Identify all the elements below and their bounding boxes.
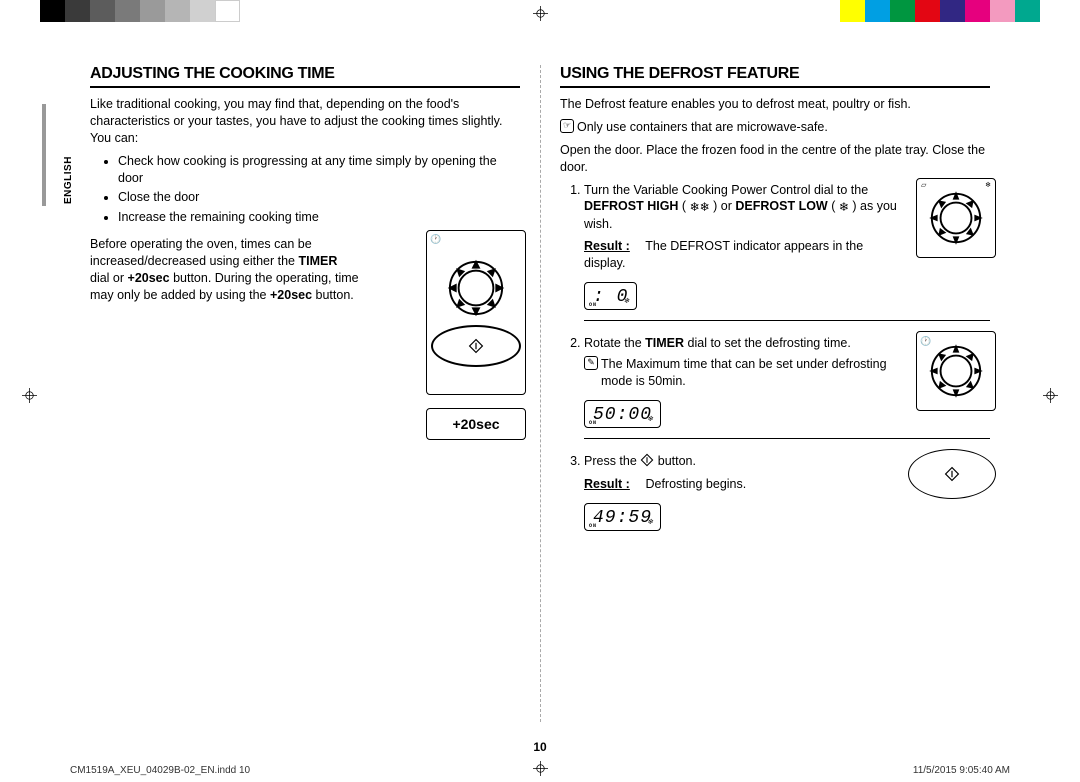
defrost-icon: ❄ xyxy=(985,181,991,190)
section-heading-adjusting: ADJUSTING THE COOKING TIME xyxy=(90,65,520,88)
note-max-time: ✎ The Maximum time that can be set under… xyxy=(584,356,914,390)
section-heading-defrost: USING THE DEFROST FEATURE xyxy=(560,65,990,88)
defrost-high-icon: ❄❄ xyxy=(690,199,710,215)
bullet-list: Check how cooking is progressing at any … xyxy=(118,153,520,227)
timer-dial-illustration: 🕐 xyxy=(916,331,996,411)
language-tab-bar xyxy=(42,104,46,206)
start-icon xyxy=(468,338,484,354)
list-item: Close the door xyxy=(118,189,520,206)
registration-mark-icon xyxy=(22,388,37,403)
result-text: Defrosting begins. xyxy=(645,477,746,491)
start-icon xyxy=(640,453,654,467)
result-label: Result : xyxy=(584,238,642,255)
dial-icon xyxy=(447,259,505,317)
note-icon: ✎ xyxy=(584,356,598,370)
display-readout: ON49:59❄ xyxy=(584,503,661,531)
step-3: Press the button. Result : Defrosting be… xyxy=(584,453,990,531)
start-button-illustration xyxy=(431,325,521,367)
print-colorbar-right xyxy=(840,0,1040,22)
note-microwave-safe: ☞ Only use containers that are microwave… xyxy=(560,119,990,136)
timer-dial-illustration: 🕐 xyxy=(426,230,526,395)
display-readout: ON: 0❄ xyxy=(584,282,637,310)
page-number: 10 xyxy=(533,740,546,754)
footer-timestamp: 11/5/2015 9:05:40 AM xyxy=(913,765,1010,776)
clock-icon: 🕐 xyxy=(430,234,441,245)
footer-file: CM1519A_XEU_04029B-02_EN.indd 10 xyxy=(70,765,250,776)
print-colorbar-left xyxy=(40,0,240,22)
list-item: Check how cooking is progressing at any … xyxy=(118,153,520,187)
plus20sec-illustration: +20sec xyxy=(426,408,526,440)
body-text: Before operating the oven, times can be … xyxy=(90,236,360,304)
registration-mark-icon xyxy=(533,6,548,21)
list-item: Increase the remaining cooking time xyxy=(118,209,520,226)
step-2: Rotate the TIMER dial to set the defrost… xyxy=(584,335,990,439)
step-1: Turn the Variable Cooking Power Control … xyxy=(584,182,990,322)
dial-icon xyxy=(927,189,985,247)
defrost-low-icon: ❄ xyxy=(839,199,849,215)
body-text: Open the door. Place the frozen food in … xyxy=(560,142,990,176)
intro-text: Like traditional cooking, you may find t… xyxy=(90,96,520,147)
start-icon xyxy=(944,466,960,482)
display-readout: ON50:00❄ xyxy=(584,400,661,428)
grill-icon: ▱ xyxy=(921,181,926,190)
result-label: Result : xyxy=(584,476,642,493)
dial-icon xyxy=(927,342,985,400)
note-icon: ☞ xyxy=(560,119,574,133)
power-dial-illustration: ▱ ❄ xyxy=(916,178,996,258)
registration-mark-icon xyxy=(1043,388,1058,403)
registration-mark-icon xyxy=(533,761,548,776)
intro-text: The Defrost feature enables you to defro… xyxy=(560,96,990,113)
plus20sec-label: +20sec xyxy=(452,416,499,432)
